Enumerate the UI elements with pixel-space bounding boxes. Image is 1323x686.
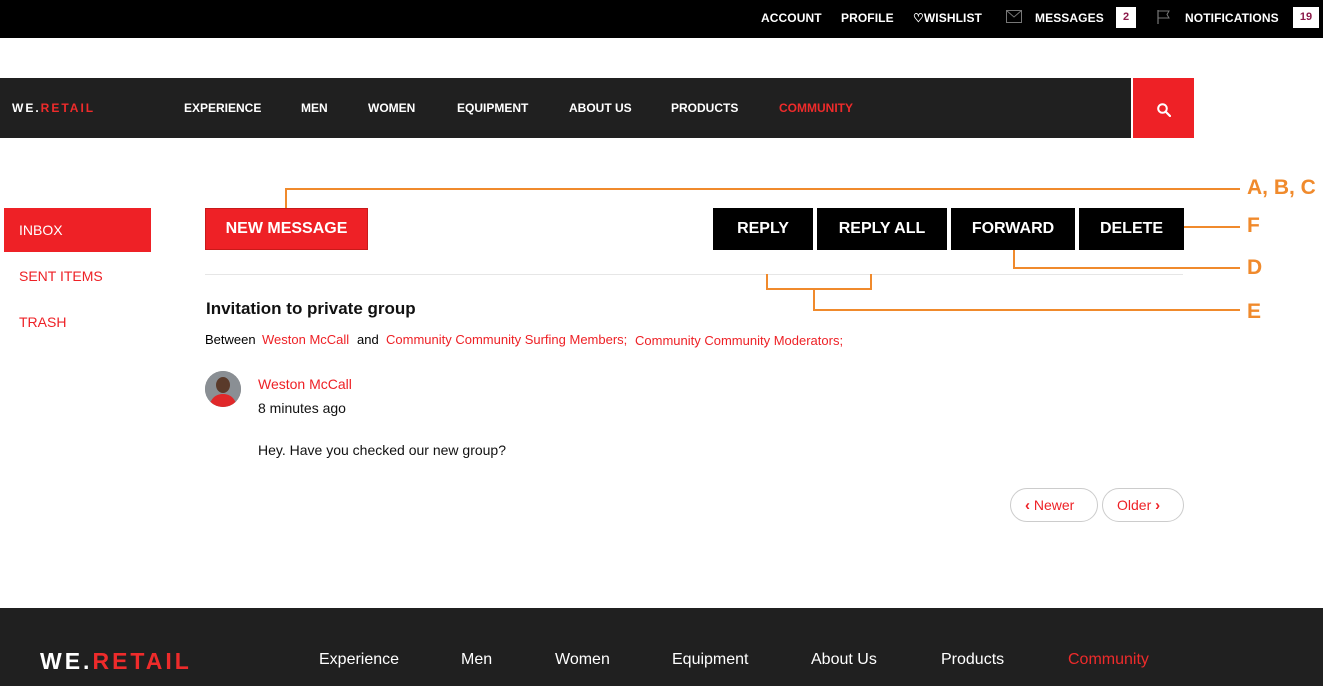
flag-icon — [1157, 10, 1171, 27]
annotation-label-d: D — [1247, 256, 1263, 279]
footer-link-men[interactable]: Men — [461, 651, 492, 669]
recipient-link[interactable]: Community Community Surfing Members; — [386, 332, 627, 347]
chevron-right-icon: › — [1155, 497, 1161, 514]
logo-retail: RETAIL — [40, 101, 96, 115]
forward-button[interactable]: FORWARD — [951, 208, 1075, 250]
newer-button[interactable]: ‹ Newer — [1010, 488, 1098, 522]
wishlist-link[interactable]: ♡WISHLIST — [913, 11, 982, 25]
messages-count-badge: 2 — [1116, 7, 1136, 28]
chevron-left-icon: ‹ — [1025, 497, 1030, 514]
nav-item-women[interactable]: WOMEN — [368, 101, 415, 115]
search-icon — [1157, 103, 1171, 117]
recipient-link[interactable]: Community Community Moderators; — [635, 333, 843, 348]
nav-item-experience[interactable]: EXPERIENCE — [184, 101, 261, 115]
search-button[interactable] — [1133, 78, 1194, 138]
annotation-line — [285, 188, 1240, 190]
newer-label: Newer — [1033, 497, 1075, 513]
footer-link-women[interactable]: Women — [555, 651, 610, 669]
heart-icon: ♡ — [913, 11, 924, 25]
footer — [0, 608, 1323, 686]
sidebar-item-trash[interactable]: TRASH — [4, 300, 151, 344]
footer-link-products[interactable]: Products — [941, 651, 1004, 669]
older-label: Older — [1117, 497, 1152, 513]
nav-item-about-us[interactable]: ABOUT US — [569, 101, 632, 115]
footer-logo-retail: RETAIL — [92, 648, 192, 674]
sidebar-item-inbox[interactable]: INBOX — [4, 208, 151, 252]
divider — [205, 274, 1183, 275]
annotation-line — [766, 288, 872, 290]
footer-link-community[interactable]: Community — [1068, 651, 1149, 669]
delete-button[interactable]: DELETE — [1079, 208, 1184, 250]
brand-logo[interactable]: WE.RETAIL — [12, 101, 95, 115]
annotation-line — [813, 309, 1240, 311]
between-label: Between — [205, 332, 256, 347]
footer-link-equipment[interactable]: Equipment — [672, 651, 749, 669]
annotation-line — [285, 188, 287, 208]
message-body: Hey. Have you checked our new group? — [258, 442, 506, 458]
footer-link-about-us[interactable]: About Us — [811, 651, 877, 669]
message-timestamp: 8 minutes ago — [258, 400, 346, 416]
annotation-line — [813, 288, 815, 310]
older-button[interactable]: Older › — [1102, 488, 1184, 522]
annotation-label-abc: A, B, C — [1247, 176, 1316, 199]
sender-link[interactable]: Weston McCall — [262, 332, 349, 347]
annotation-line — [1184, 226, 1240, 228]
nav-item-community[interactable]: COMMUNITY — [779, 101, 853, 115]
footer-logo-we: WE. — [40, 648, 93, 674]
annotation-label-f: F — [1247, 214, 1260, 237]
footer-link-experience[interactable]: Experience — [319, 651, 399, 669]
annotation-label-e: E — [1247, 300, 1262, 323]
annotation-line — [870, 274, 872, 289]
wishlist-label: WISHLIST — [923, 11, 982, 25]
main-navigation — [0, 78, 1131, 138]
envelope-icon — [1006, 10, 1022, 26]
nav-item-products[interactable]: PRODUCTS — [671, 101, 738, 115]
logo-we: WE. — [12, 101, 41, 115]
annotation-line — [1013, 267, 1240, 269]
sidebar-item-sent-items[interactable]: SENT ITEMS — [4, 254, 151, 298]
new-message-button[interactable]: NEW MESSAGE — [205, 208, 368, 250]
annotation-line — [766, 274, 768, 289]
and-label: and — [357, 332, 379, 347]
nav-item-equipment[interactable]: EQUIPMENT — [457, 101, 528, 115]
avatar — [205, 371, 241, 407]
message-subject: Invitation to private group — [206, 299, 416, 318]
account-link[interactable]: ACCOUNT — [761, 11, 822, 25]
footer-logo[interactable]: WE.RETAIL — [40, 648, 192, 675]
notifications-count-badge: 19 — [1293, 7, 1319, 28]
notifications-link[interactable]: NOTIFICATIONS — [1185, 11, 1279, 25]
reply-all-button[interactable]: REPLY ALL — [817, 208, 947, 250]
profile-link[interactable]: PROFILE — [841, 11, 894, 25]
messages-link[interactable]: MESSAGES — [1035, 11, 1104, 25]
reply-button[interactable]: REPLY — [713, 208, 813, 250]
message-author[interactable]: Weston McCall — [258, 376, 352, 392]
nav-item-men[interactable]: MEN — [301, 101, 328, 115]
